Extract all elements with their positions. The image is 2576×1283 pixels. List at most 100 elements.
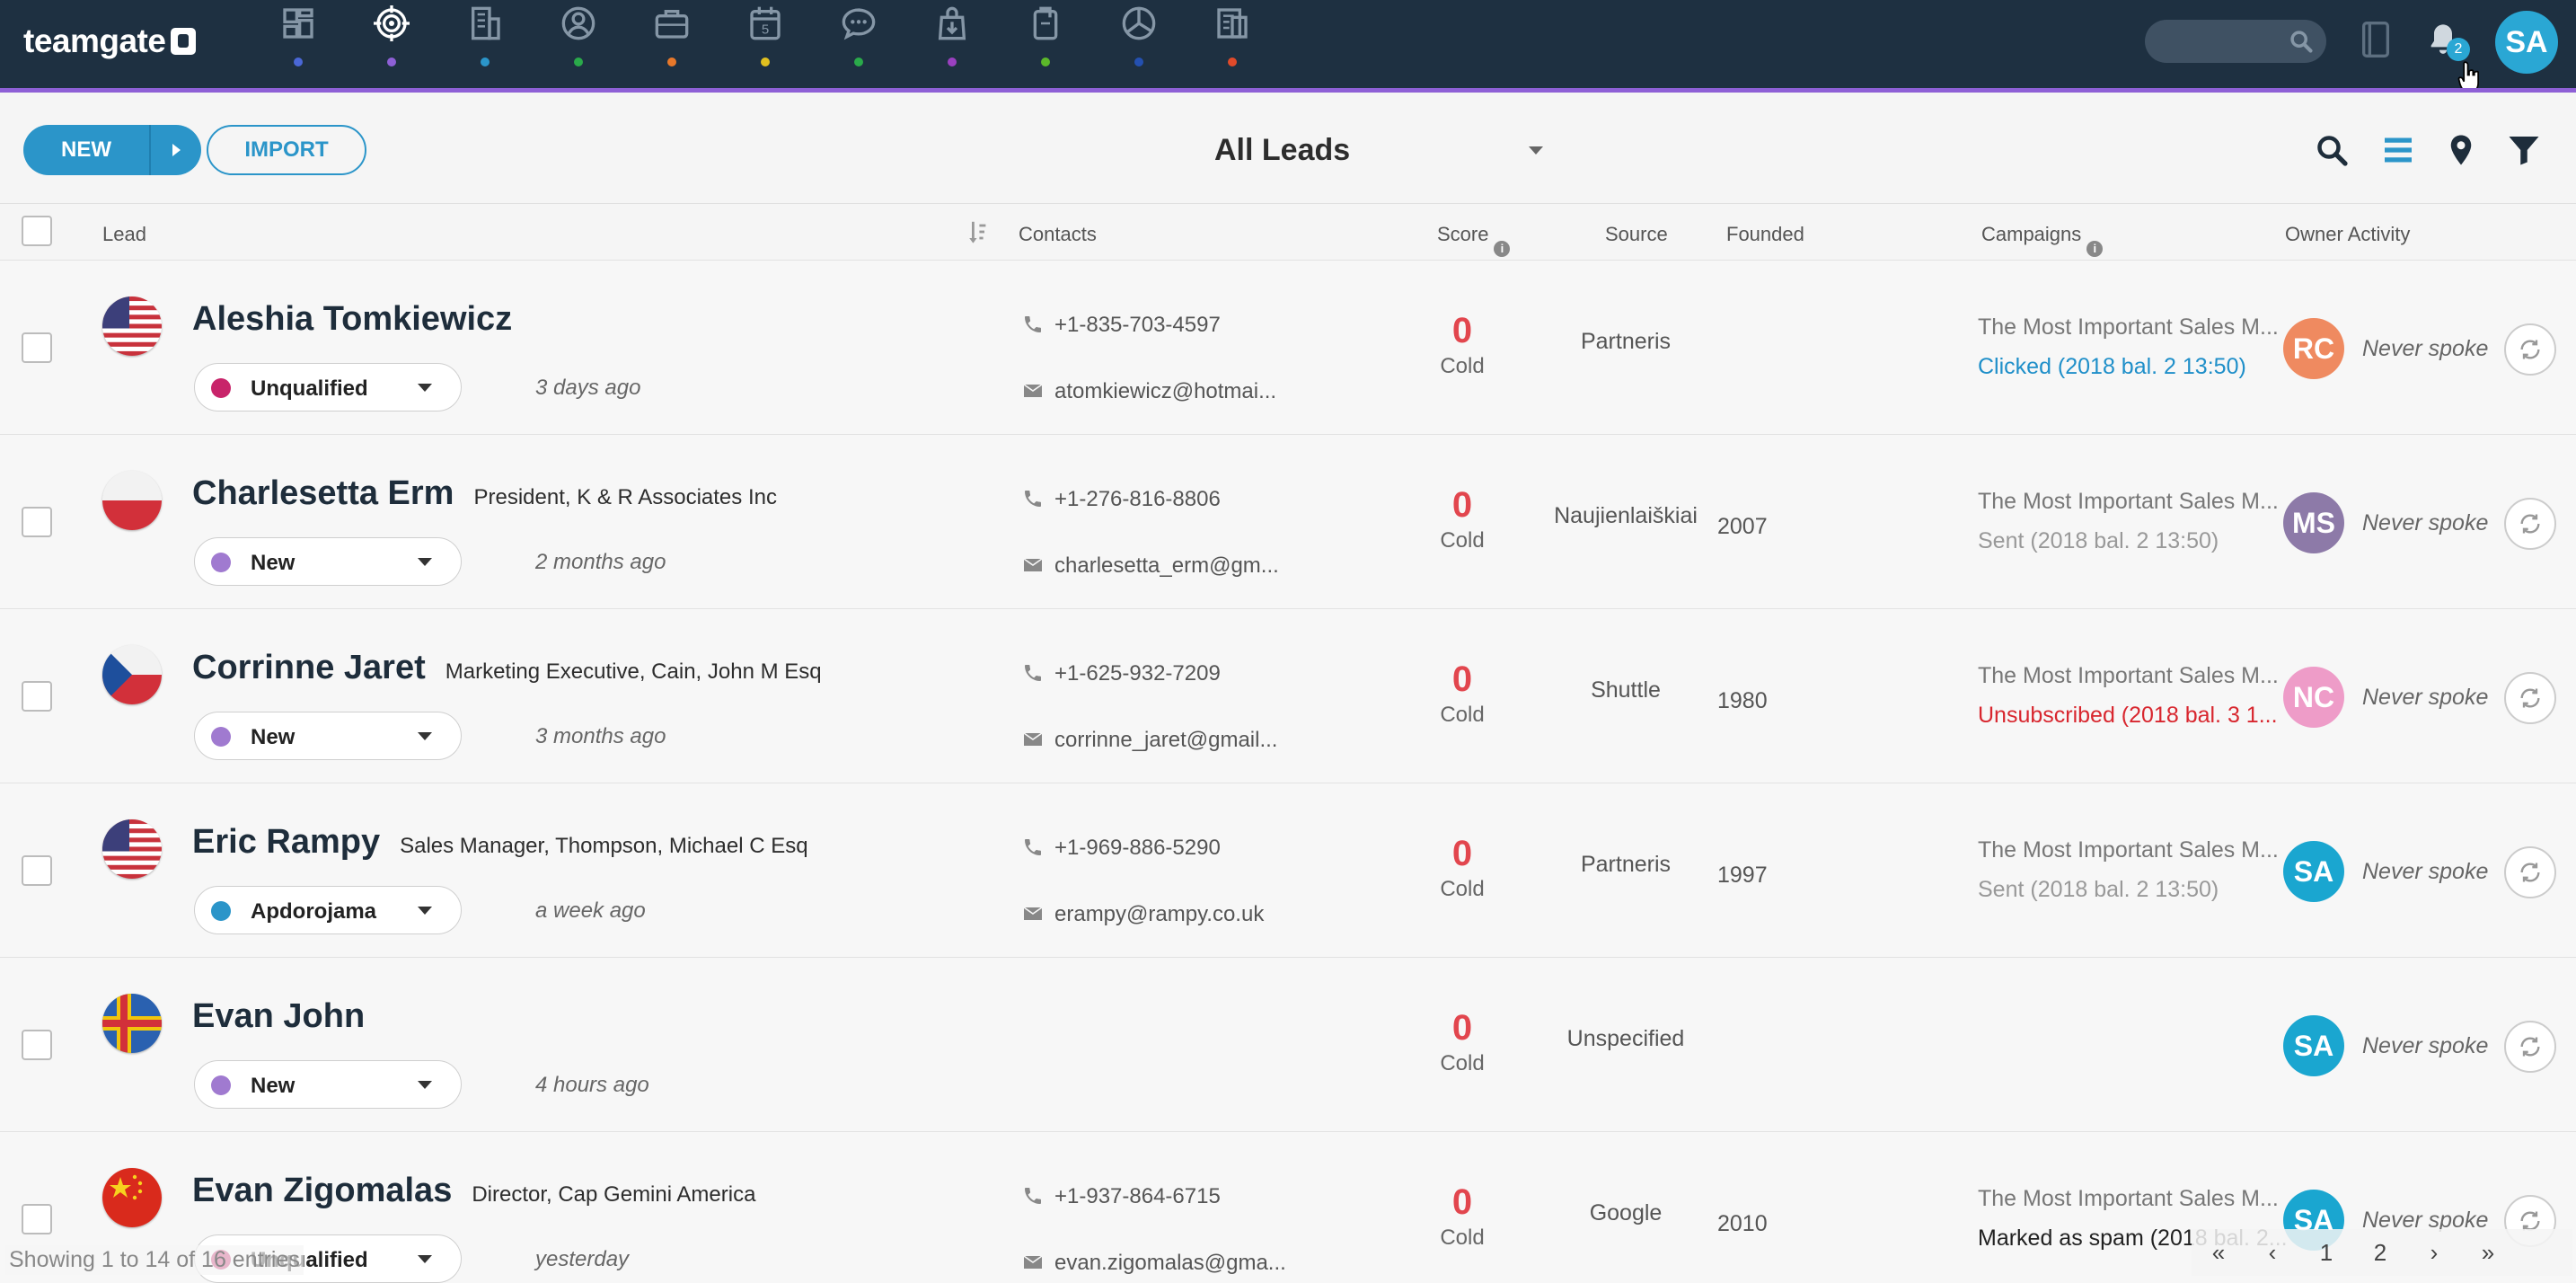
nav-item-documents[interactable] <box>999 0 1092 90</box>
email-address[interactable]: corrinne_jaret@gmail... <box>1054 728 1277 752</box>
email-address[interactable]: atomkiewicz@hotmai... <box>1054 379 1276 403</box>
campaign-name[interactable]: The Most Important Sales M... <box>1978 663 2279 689</box>
table-row[interactable]: Charlesetta Erm President, K & R Associat… <box>0 435 2576 609</box>
filter-funnel-icon[interactable] <box>2508 134 2540 166</box>
sync-button[interactable] <box>2504 323 2556 376</box>
info-icon[interactable]: i <box>2086 241 2104 257</box>
sync-button[interactable] <box>2504 846 2556 898</box>
table-row[interactable]: Corrinne Jaret Marketing Executive, Cain,… <box>0 609 2576 783</box>
phone-number[interactable]: +1-625-932-7209 <box>1054 661 1221 686</box>
campaign-name[interactable]: The Most Important Sales M... <box>1978 489 2279 515</box>
table-row[interactable]: Evan Zigomalas Director, Cap Gemini Ameri… <box>0 1132 2576 1283</box>
lead-status-select[interactable]: Apdorojama <box>194 886 462 934</box>
phone-icon <box>1025 1188 1041 1204</box>
lead-name[interactable]: Evan Zigomalas <box>192 1172 452 1209</box>
column-header-lead[interactable]: Lead <box>102 223 146 246</box>
sync-button[interactable] <box>2504 672 2556 724</box>
phone-number[interactable]: +1-969-886-5290 <box>1054 836 1221 860</box>
lead-status-select[interactable]: New <box>194 1060 462 1109</box>
table-row[interactable]: Eric Rampy Sales Manager, Thompson, Micha… <box>0 783 2576 958</box>
lead-status-select[interactable]: New <box>194 712 462 760</box>
column-header-score[interactable]: Score <box>1437 223 1488 245</box>
contact-phone[interactable]: +1-969-886-5290 <box>1022 836 1221 861</box>
column-header-owner-activity[interactable]: Owner Activity <box>2285 223 2410 246</box>
campaign-name[interactable]: The Most Important Sales M... <box>1978 1186 2279 1212</box>
phone-number[interactable]: +1-276-816-8806 <box>1054 487 1221 511</box>
owner-avatar[interactable]: SA <box>2283 1015 2344 1076</box>
search-icon[interactable] <box>2289 29 2314 54</box>
prev-page-button[interactable]: ‹ <box>2245 1239 2299 1267</box>
view-selector[interactable]: All Leads <box>1195 125 1554 175</box>
sort-icon[interactable] <box>968 219 988 244</box>
campaign-name[interactable]: The Most Important Sales M... <box>1978 314 2279 341</box>
row-checkbox[interactable] <box>22 332 52 363</box>
contact-phone[interactable]: +1-625-932-7209 <box>1022 661 1221 686</box>
column-header-founded[interactable]: Founded <box>1726 223 1804 246</box>
table-row[interactable]: Aleshia Tomkiewicz Unqualified 3 days ago +… <box>0 261 2576 435</box>
lead-name[interactable]: Charlesetta Erm <box>192 474 454 512</box>
column-header-source[interactable]: Source <box>1605 223 1668 246</box>
owner-avatar[interactable]: NC <box>2283 667 2344 728</box>
sync-button[interactable] <box>2504 1021 2556 1073</box>
row-checkbox[interactable] <box>22 855 52 886</box>
lead-name[interactable]: Eric Rampy <box>192 823 380 861</box>
contact-email[interactable]: corrinne_jaret@gmail... <box>1022 728 1277 753</box>
lead-name[interactable]: Corrinne Jaret <box>192 649 426 686</box>
score-label: Cold <box>1440 528 1485 553</box>
info-icon[interactable]: i <box>1494 241 1511 257</box>
new-lead-button[interactable]: NEW <box>23 125 201 175</box>
lead-status-select[interactable]: Unqualified <box>194 363 462 411</box>
page-1-button[interactable]: 1 <box>2299 1239 2353 1267</box>
contact-phone[interactable]: +1-937-864-6715 <box>1022 1184 1221 1209</box>
map-pin-icon[interactable] <box>2445 134 2477 166</box>
lead-name[interactable]: Evan John <box>192 997 365 1035</box>
user-avatar[interactable]: SA <box>2495 11 2558 74</box>
global-search-input[interactable] <box>2161 29 2278 54</box>
lead-name[interactable]: Aleshia Tomkiewicz <box>192 300 512 338</box>
owner-avatar[interactable]: RC <box>2283 318 2344 379</box>
global-search[interactable] <box>2145 20 2326 63</box>
phonebook-icon[interactable] <box>2360 22 2391 58</box>
first-page-button[interactable]: « <box>2192 1239 2245 1267</box>
import-button[interactable]: IMPORT <box>207 125 366 175</box>
nav-item-chat[interactable] <box>812 0 905 90</box>
select-all-checkbox[interactable] <box>22 216 52 246</box>
teamgate-logo[interactable]: teamgate <box>23 22 197 61</box>
contact-phone[interactable]: +1-835-703-4597 <box>1022 313 1221 338</box>
nav-item-leads-target[interactable] <box>345 0 438 90</box>
contact-email[interactable]: erampy@rampy.co.uk <box>1022 902 1264 927</box>
nav-item-invoices[interactable] <box>1186 0 1279 90</box>
nav-item-dashboard[interactable] <box>251 0 345 90</box>
contact-email[interactable]: evan.zigomalas@gma... <box>1022 1251 1286 1276</box>
contact-email[interactable]: atomkiewicz@hotmai... <box>1022 379 1276 404</box>
row-checkbox[interactable] <box>22 1030 52 1060</box>
email-address[interactable]: erampy@rampy.co.uk <box>1054 902 1264 926</box>
new-dropdown-arrow-icon[interactable] <box>151 125 201 175</box>
nav-item-download[interactable] <box>905 0 999 90</box>
phone-number[interactable]: +1-835-703-4597 <box>1054 313 1221 337</box>
row-checkbox[interactable] <box>22 507 52 537</box>
nav-item-calendar[interactable]: 5 <box>719 0 812 90</box>
contact-email[interactable]: charlesetta_erm@gm... <box>1022 553 1279 579</box>
nav-item-companies-building[interactable] <box>438 0 532 90</box>
row-checkbox[interactable] <box>22 681 52 712</box>
list-view-icon[interactable] <box>2382 134 2414 166</box>
owner-avatar[interactable]: MS <box>2283 492 2344 553</box>
row-checkbox[interactable] <box>22 1204 52 1234</box>
nav-item-deals-briefcase[interactable] <box>625 0 719 90</box>
table-row[interactable]: Evan John New 4 hours ago 0 Cold Unspecified S… <box>0 958 2576 1132</box>
sync-button[interactable] <box>2504 498 2556 550</box>
nav-item-reports-pie[interactable] <box>1092 0 1186 90</box>
last-page-button[interactable]: » <box>2461 1239 2515 1267</box>
owner-avatar[interactable]: SA <box>2283 841 2344 902</box>
nav-item-contacts-person[interactable] <box>532 0 625 90</box>
lead-status-select[interactable]: New <box>194 537 462 586</box>
phone-number[interactable]: +1-937-864-6715 <box>1054 1184 1221 1208</box>
next-page-button[interactable]: › <box>2407 1239 2461 1267</box>
contact-phone[interactable]: +1-276-816-8806 <box>1022 487 1221 512</box>
email-address[interactable]: evan.zigomalas@gma... <box>1054 1251 1286 1275</box>
campaign-name[interactable]: The Most Important Sales M... <box>1978 837 2279 863</box>
search-icon[interactable] <box>2316 134 2348 166</box>
email-address[interactable]: charlesetta_erm@gm... <box>1054 553 1279 578</box>
page-2-button[interactable]: 2 <box>2353 1239 2407 1267</box>
